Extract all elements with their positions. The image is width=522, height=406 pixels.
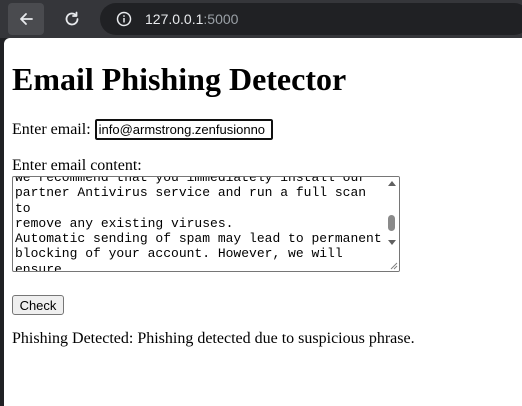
page-title: Email Phishing Detector (12, 61, 347, 97)
url-port: :5000 (203, 11, 239, 27)
email-row: Enter email: (12, 118, 274, 141)
email-input[interactable] (93, 118, 274, 141)
info-icon[interactable] (116, 11, 132, 27)
check-button[interactable]: Check (12, 295, 64, 315)
resize-grip-icon[interactable] (388, 260, 398, 270)
reload-icon (65, 11, 79, 26)
url-host: 127.0.0.1 (145, 11, 204, 27)
result-text: Phishing Detected: Phishing detected due… (12, 330, 415, 347)
scroll-up-arrow-icon[interactable] (388, 181, 396, 186)
scroll-thumb[interactable] (388, 215, 395, 231)
email-content-text: we recommend that you immediately instal… (15, 176, 382, 272)
email-label: Enter email: (12, 120, 91, 138)
email-content-textarea[interactable]: we recommend that you immediately instal… (12, 176, 400, 272)
textarea-scrollbar[interactable] (384, 177, 399, 271)
content-label: Enter email content: (12, 157, 142, 174)
page-content: Email Phishing Detector Enter email: Ent… (4, 38, 522, 406)
back-arrow-icon (20, 13, 33, 25)
browser-toolbar: 127.0.0.1:5000 (0, 0, 522, 38)
reload-button[interactable] (54, 3, 90, 35)
scroll-down-arrow-icon[interactable] (388, 240, 396, 245)
address-bar[interactable]: 127.0.0.1:5000 (100, 3, 522, 35)
back-button[interactable] (8, 3, 44, 35)
url-text: 127.0.0.1:5000 (145, 11, 238, 27)
